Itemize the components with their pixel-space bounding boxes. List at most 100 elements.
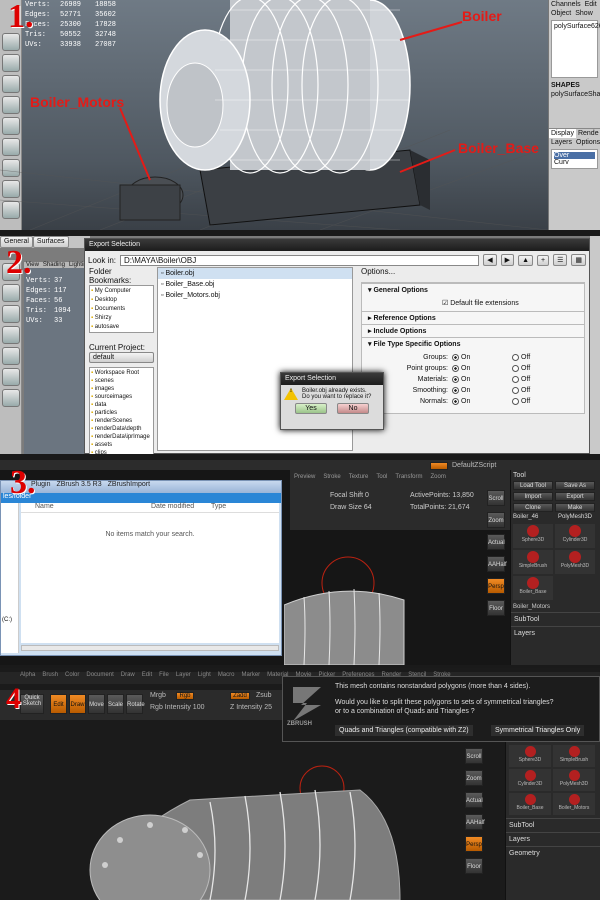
tool-thumbnail[interactable]: PolyMesh3D: [553, 769, 595, 791]
view-control-button[interactable]: Scroll: [465, 748, 483, 764]
rgb-button[interactable]: Rgb: [176, 692, 194, 700]
column-name[interactable]: Name: [21, 503, 151, 512]
default-ext-row[interactable]: ☑ Default file extensions: [362, 296, 584, 311]
option-on-radio[interactable]: On: [452, 396, 512, 407]
tab-render[interactable]: Rende: [576, 129, 600, 138]
file-item[interactable]: ▫ Boiler_Base.obj: [158, 279, 352, 290]
include-options-section[interactable]: ▸ Include Options: [362, 324, 584, 337]
layers-menu[interactable]: Layers: [549, 138, 574, 147]
subtool-header[interactable]: SubTool: [506, 818, 600, 832]
layer-item[interactable]: Over: [554, 152, 595, 159]
project-folder-item[interactable]: ▪ renderData\depth: [91, 425, 152, 433]
zbrush-menu-item[interactable]: Document: [86, 672, 113, 684]
option-on-radio[interactable]: On: [452, 352, 512, 363]
detail-view-button[interactable]: ▦: [571, 254, 586, 266]
tool-thumbnail[interactable]: Boiler_Motors: [553, 793, 595, 815]
project-folder-item[interactable]: ▪ renderScenes: [91, 417, 152, 425]
view-control-button[interactable]: Zoom: [487, 512, 505, 528]
z-intensity[interactable]: Z Intensity 25: [230, 704, 272, 711]
channel-menu-item[interactable]: Show: [573, 9, 595, 18]
zbrush-menu-item[interactable]: Light: [198, 672, 211, 684]
options-menu[interactable]: Options: [574, 138, 600, 147]
option-on-radio[interactable]: On: [452, 385, 512, 396]
bookmark-item[interactable]: ▪ My Computer: [91, 287, 152, 296]
zbrush-menu-item[interactable]: Marker: [241, 672, 260, 684]
zbrush-menu-item[interactable]: Edit: [142, 672, 152, 684]
rgb-intensity[interactable]: Rgb Intensity 100: [150, 704, 204, 711]
view-control-button[interactable]: AAHalf: [465, 814, 485, 830]
tool-thumbnail[interactable]: PolyMesh3D: [555, 550, 595, 574]
view-control-button[interactable]: Scroll: [487, 490, 505, 506]
zbrush-menu-item[interactable]: Zoom: [431, 474, 446, 480]
channel-menu-item[interactable]: Edit: [583, 0, 599, 9]
option-off-radio[interactable]: Off: [512, 396, 530, 407]
zbrush-menu-item[interactable]: Macro: [218, 672, 235, 684]
project-folder-item[interactable]: ▪ sourceimages: [91, 393, 152, 401]
layers-header[interactable]: Layers: [511, 626, 600, 640]
tab-display[interactable]: Display: [549, 129, 576, 138]
view-control-button[interactable]: Floor: [487, 600, 505, 616]
view-control-button[interactable]: Actual: [487, 534, 505, 550]
tool-button[interactable]: Make PolyMesh3D: [555, 503, 595, 520]
up-folder-button[interactable]: ▲: [518, 254, 533, 266]
zbrush-menu-item[interactable]: Stroke: [323, 474, 340, 480]
zbrush-menu-item[interactable]: File: [159, 672, 169, 684]
list-view-button[interactable]: ☰: [553, 254, 568, 266]
forward-button[interactable]: ▶: [500, 254, 515, 266]
layer-item[interactable]: Curv: [554, 159, 595, 166]
reference-options-section[interactable]: ▸ Reference Options: [362, 311, 584, 324]
option-off-radio[interactable]: Off: [512, 363, 530, 374]
view-control-button[interactable]: Persp: [487, 578, 505, 594]
project-folder-item[interactable]: ▪ particles: [91, 409, 152, 417]
project-folder-item[interactable]: ▪ renderData\iprImage: [91, 433, 152, 441]
project-folder-item[interactable]: ▪ Workspace Root: [91, 369, 152, 377]
column-date[interactable]: Date modified: [151, 503, 211, 512]
zbrush-menu-item[interactable]: Transform: [395, 474, 422, 480]
zbrush-menu-item[interactable]: Tool: [376, 474, 387, 480]
column-type[interactable]: Type: [211, 503, 226, 512]
no-button[interactable]: No: [337, 403, 369, 414]
project-folder-item[interactable]: ▪ images: [91, 385, 152, 393]
view-control-button[interactable]: Actual: [465, 792, 483, 808]
draw-size[interactable]: Draw Size 64: [330, 504, 372, 511]
yes-button[interactable]: Yes: [295, 403, 327, 414]
channel-menu-item[interactable]: Object: [549, 9, 573, 18]
mrgb-label[interactable]: Mrgb: [150, 692, 166, 699]
back-button[interactable]: ◀: [483, 254, 497, 266]
tool-button[interactable]: Clone: [513, 503, 553, 512]
view-control-button[interactable]: AAHalf: [487, 556, 507, 572]
view-control-button[interactable]: Persp: [465, 836, 483, 852]
file-item[interactable]: ▫ Boiler_Motors.obj: [158, 290, 352, 301]
tool-thumbnail[interactable]: Sphere3D: [513, 524, 553, 548]
rotate-tool-button[interactable]: Rotate: [126, 694, 145, 714]
breadcrumb-item[interactable]: ZBrush 3.5 R3: [56, 481, 101, 493]
tool-button[interactable]: Save As: [555, 481, 595, 490]
file-type-options-section[interactable]: ▾ File Type Specific Options: [362, 337, 584, 350]
tool-thumbnail[interactable]: Cylinder3D: [555, 524, 595, 548]
tool-button[interactable]: Export: [555, 492, 595, 501]
geometry-header[interactable]: Geometry: [506, 846, 600, 860]
zbrush-menu-item[interactable]: Draw: [121, 672, 135, 684]
option-on-radio[interactable]: On: [452, 374, 512, 385]
layout-icon[interactable]: [2, 389, 20, 407]
option-off-radio[interactable]: Off: [512, 385, 530, 396]
scale-tool-button[interactable]: Scale: [107, 694, 124, 714]
tool-thumbnail[interactable]: SimpleBrush: [513, 550, 553, 574]
tool-thumbnail[interactable]: Boiler_Base: [513, 576, 553, 600]
hide-button[interactable]: [430, 462, 448, 470]
move-tool-button[interactable]: Move: [88, 694, 105, 714]
scale-tool-icon[interactable]: [2, 368, 20, 386]
quick-sketch-button[interactable]: Quick Sketch: [20, 694, 44, 714]
zbrush-menu-item[interactable]: Brush: [42, 672, 58, 684]
zbrush-menu-item[interactable]: Alpha: [20, 672, 35, 684]
project-folder-item[interactable]: ▪ clips: [91, 449, 152, 454]
subtool-header[interactable]: SubTool: [511, 612, 600, 626]
bookmark-item[interactable]: ▪ autosave: [91, 323, 152, 332]
symmetrical-triangles-button[interactable]: Symmetrical Triangles Only: [491, 725, 585, 736]
horizontal-scrollbar[interactable]: [21, 645, 279, 651]
option-off-radio[interactable]: Off: [512, 374, 530, 385]
option-on-radio[interactable]: On: [452, 363, 512, 374]
move-tool-icon[interactable]: [2, 326, 20, 344]
focal-shift[interactable]: Focal Shift 0: [330, 492, 369, 499]
tool-button[interactable]: Load Tool: [513, 481, 553, 490]
